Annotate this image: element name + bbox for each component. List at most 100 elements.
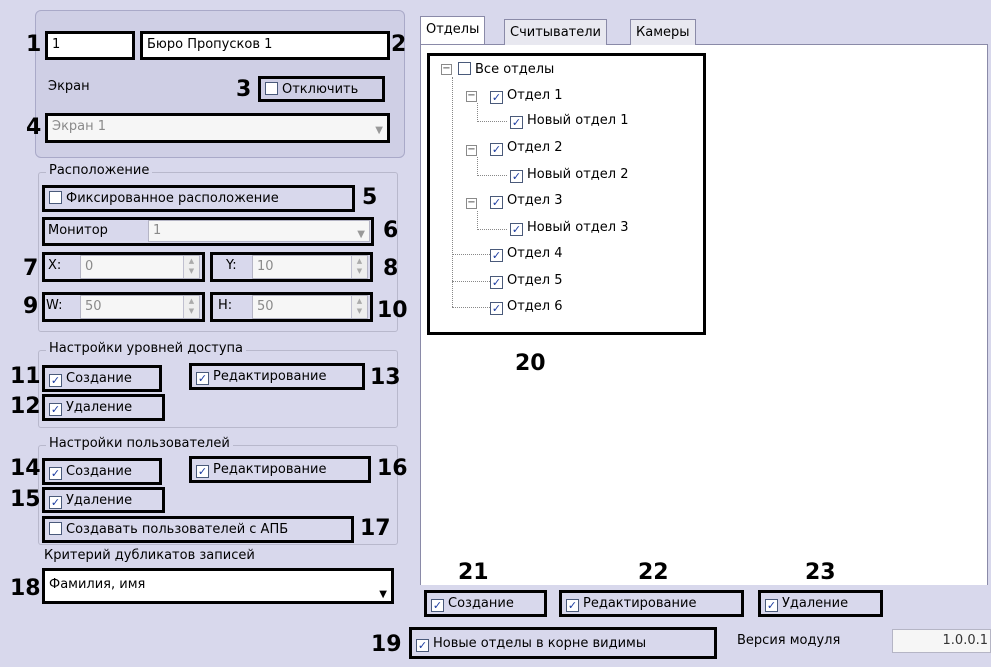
- users-edit-label: Редактирование: [213, 462, 327, 477]
- users-create-checkbox[interactable]: ✓ Создание: [42, 458, 162, 485]
- duplicates-select[interactable]: Фамилия, имя ▼: [42, 568, 394, 604]
- tree-item-all[interactable]: Все отделы: [458, 61, 554, 79]
- dept-create-checkbox[interactable]: ✓ Создание: [424, 590, 547, 617]
- screen-label: Экран: [48, 79, 90, 94]
- tab-cameras[interactable]: Камеры: [630, 19, 696, 45]
- id-field[interactable]: 1: [45, 31, 135, 60]
- tree-connector: [477, 103, 478, 120]
- fixed-location-checkbox[interactable]: Фиксированное расположение: [42, 185, 355, 212]
- callout-number: 10: [377, 298, 408, 323]
- checkbox-box: ✓: [49, 374, 62, 387]
- id-value: 1: [52, 37, 61, 52]
- w-value: 50: [85, 299, 102, 314]
- tree-connector: [452, 254, 490, 255]
- tree-label: Отдел 6: [507, 299, 563, 314]
- checkbox-box: ✓: [490, 91, 503, 104]
- h-label: H:: [218, 298, 233, 313]
- y-value: 10: [257, 259, 274, 274]
- checkbox-box: ✓: [490, 276, 503, 289]
- tree-connector: [452, 281, 490, 282]
- tree-connector: [477, 157, 478, 174]
- tree-label: Новый отдел 1: [527, 113, 629, 128]
- duplicates-value: Фамилия, имя: [49, 577, 146, 592]
- tree-item-dept-6[interactable]: ✓ Отдел 6: [490, 298, 563, 316]
- version-field: 1.0.0.1: [892, 629, 991, 653]
- callout-number: 3: [236, 77, 252, 102]
- minus-box-icon[interactable]: −: [466, 145, 477, 156]
- name-field[interactable]: Бюро Пропусков 1: [140, 31, 390, 60]
- tree-label: Отдел 4: [507, 246, 563, 261]
- tab-readers[interactable]: Считыватели: [504, 19, 607, 45]
- chevron-down-icon: ▼: [375, 125, 383, 136]
- callout-number: 18: [10, 576, 41, 601]
- monitor-select[interactable]: 1 ▼: [148, 220, 370, 242]
- callout-number: 14: [10, 456, 41, 481]
- tree-item-new-dept-3[interactable]: ✓ Новый отдел 3: [510, 219, 628, 237]
- callout-number: 1: [26, 32, 42, 57]
- callout-number: 19: [371, 632, 402, 657]
- access-edit-label: Редактирование: [213, 369, 327, 384]
- disable-label: Отключить: [282, 82, 359, 97]
- disable-checkbox[interactable]: Отключить: [258, 76, 385, 102]
- tree-item-dept-5[interactable]: ✓ Отдел 5: [490, 272, 563, 290]
- dept-edit-label: Редактирование: [583, 596, 697, 611]
- checkbox-box: [49, 191, 62, 204]
- callout-number: 9: [23, 294, 39, 319]
- tab-label: Считыватели: [510, 25, 601, 40]
- tab-label: Отделы: [426, 22, 480, 37]
- tree-item-new-dept-1[interactable]: ✓ Новый отдел 1: [510, 112, 628, 130]
- callout-number: 13: [370, 365, 401, 390]
- callout-number: 7: [23, 256, 39, 281]
- dept-delete-label: Удаление: [782, 596, 849, 611]
- checkbox-box: ✓: [416, 639, 429, 652]
- spin-arrows-icon[interactable]: ▲ ▼: [183, 296, 199, 318]
- tree-label: Все отделы: [475, 62, 555, 77]
- users-create-label: Создание: [66, 464, 132, 479]
- tree-item-dept-1[interactable]: ✓ Отдел 1: [490, 87, 563, 105]
- users-delete-checkbox[interactable]: ✓ Удаление: [42, 487, 165, 513]
- access-delete-checkbox[interactable]: ✓ Удаление: [42, 394, 165, 421]
- users-title: Настройки пользователей: [46, 436, 233, 451]
- checkbox-box: ✓: [510, 223, 523, 236]
- tree-label: Новый отдел 2: [527, 167, 629, 182]
- minus-box-icon[interactable]: −: [466, 91, 477, 102]
- tree-label: Новый отдел 3: [527, 220, 629, 235]
- y-spinner[interactable]: 10 ▲ ▼: [252, 255, 368, 279]
- h-spinner[interactable]: 50 ▲ ▼: [252, 295, 368, 319]
- dept-delete-checkbox[interactable]: ✓ Удаление: [758, 590, 883, 617]
- minus-box-icon[interactable]: −: [466, 198, 477, 209]
- dept-edit-checkbox[interactable]: ✓ Редактирование: [559, 590, 744, 617]
- checkbox-box: [265, 82, 278, 95]
- spin-arrows-icon[interactable]: ▲ ▼: [183, 256, 199, 278]
- w-spinner[interactable]: 50 ▲ ▼: [80, 295, 200, 319]
- checkbox-box: ✓: [490, 249, 503, 262]
- callout-number: 16: [377, 456, 408, 481]
- tree-label: Отдел 3: [507, 193, 563, 208]
- tree-item-new-dept-2[interactable]: ✓ Новый отдел 2: [510, 166, 628, 184]
- tree-connector: [452, 77, 453, 307]
- tab-departments[interactable]: Отделы: [420, 16, 486, 44]
- checkbox-box: ✓: [49, 403, 62, 416]
- checkbox-box: ✓: [566, 599, 579, 612]
- spin-arrows-icon[interactable]: ▲ ▼: [351, 296, 367, 318]
- checkbox-box: ✓: [196, 372, 209, 385]
- checkbox-box: ✓: [510, 170, 523, 183]
- spin-arrows-icon[interactable]: ▲ ▼: [351, 256, 367, 278]
- callout-number: 4: [26, 115, 42, 140]
- tree-item-dept-3[interactable]: ✓ Отдел 3: [490, 192, 563, 210]
- tree-connector: [452, 307, 490, 308]
- x-spinner[interactable]: 0 ▲ ▼: [80, 255, 200, 279]
- new-depts-visible-checkbox[interactable]: ✓ Новые отделы в корне видимы: [409, 627, 717, 659]
- tree-item-dept-4[interactable]: ✓ Отдел 4: [490, 245, 563, 263]
- tree-connector: [477, 211, 478, 228]
- tree-connector: [477, 229, 507, 230]
- minus-box-icon[interactable]: −: [441, 64, 452, 75]
- access-edit-checkbox[interactable]: ✓ Редактирование: [189, 363, 365, 390]
- tree-item-dept-2[interactable]: ✓ Отдел 2: [490, 139, 563, 157]
- callout-number: 6: [383, 218, 399, 243]
- users-edit-checkbox[interactable]: ✓ Редактирование: [189, 456, 371, 483]
- apb-checkbox[interactable]: Создавать пользователей с АПБ: [42, 516, 354, 543]
- screen-select[interactable]: Экран 1 ▼: [45, 113, 390, 143]
- checkbox-box: ✓: [490, 143, 503, 156]
- access-create-checkbox[interactable]: ✓ Создание: [42, 365, 162, 392]
